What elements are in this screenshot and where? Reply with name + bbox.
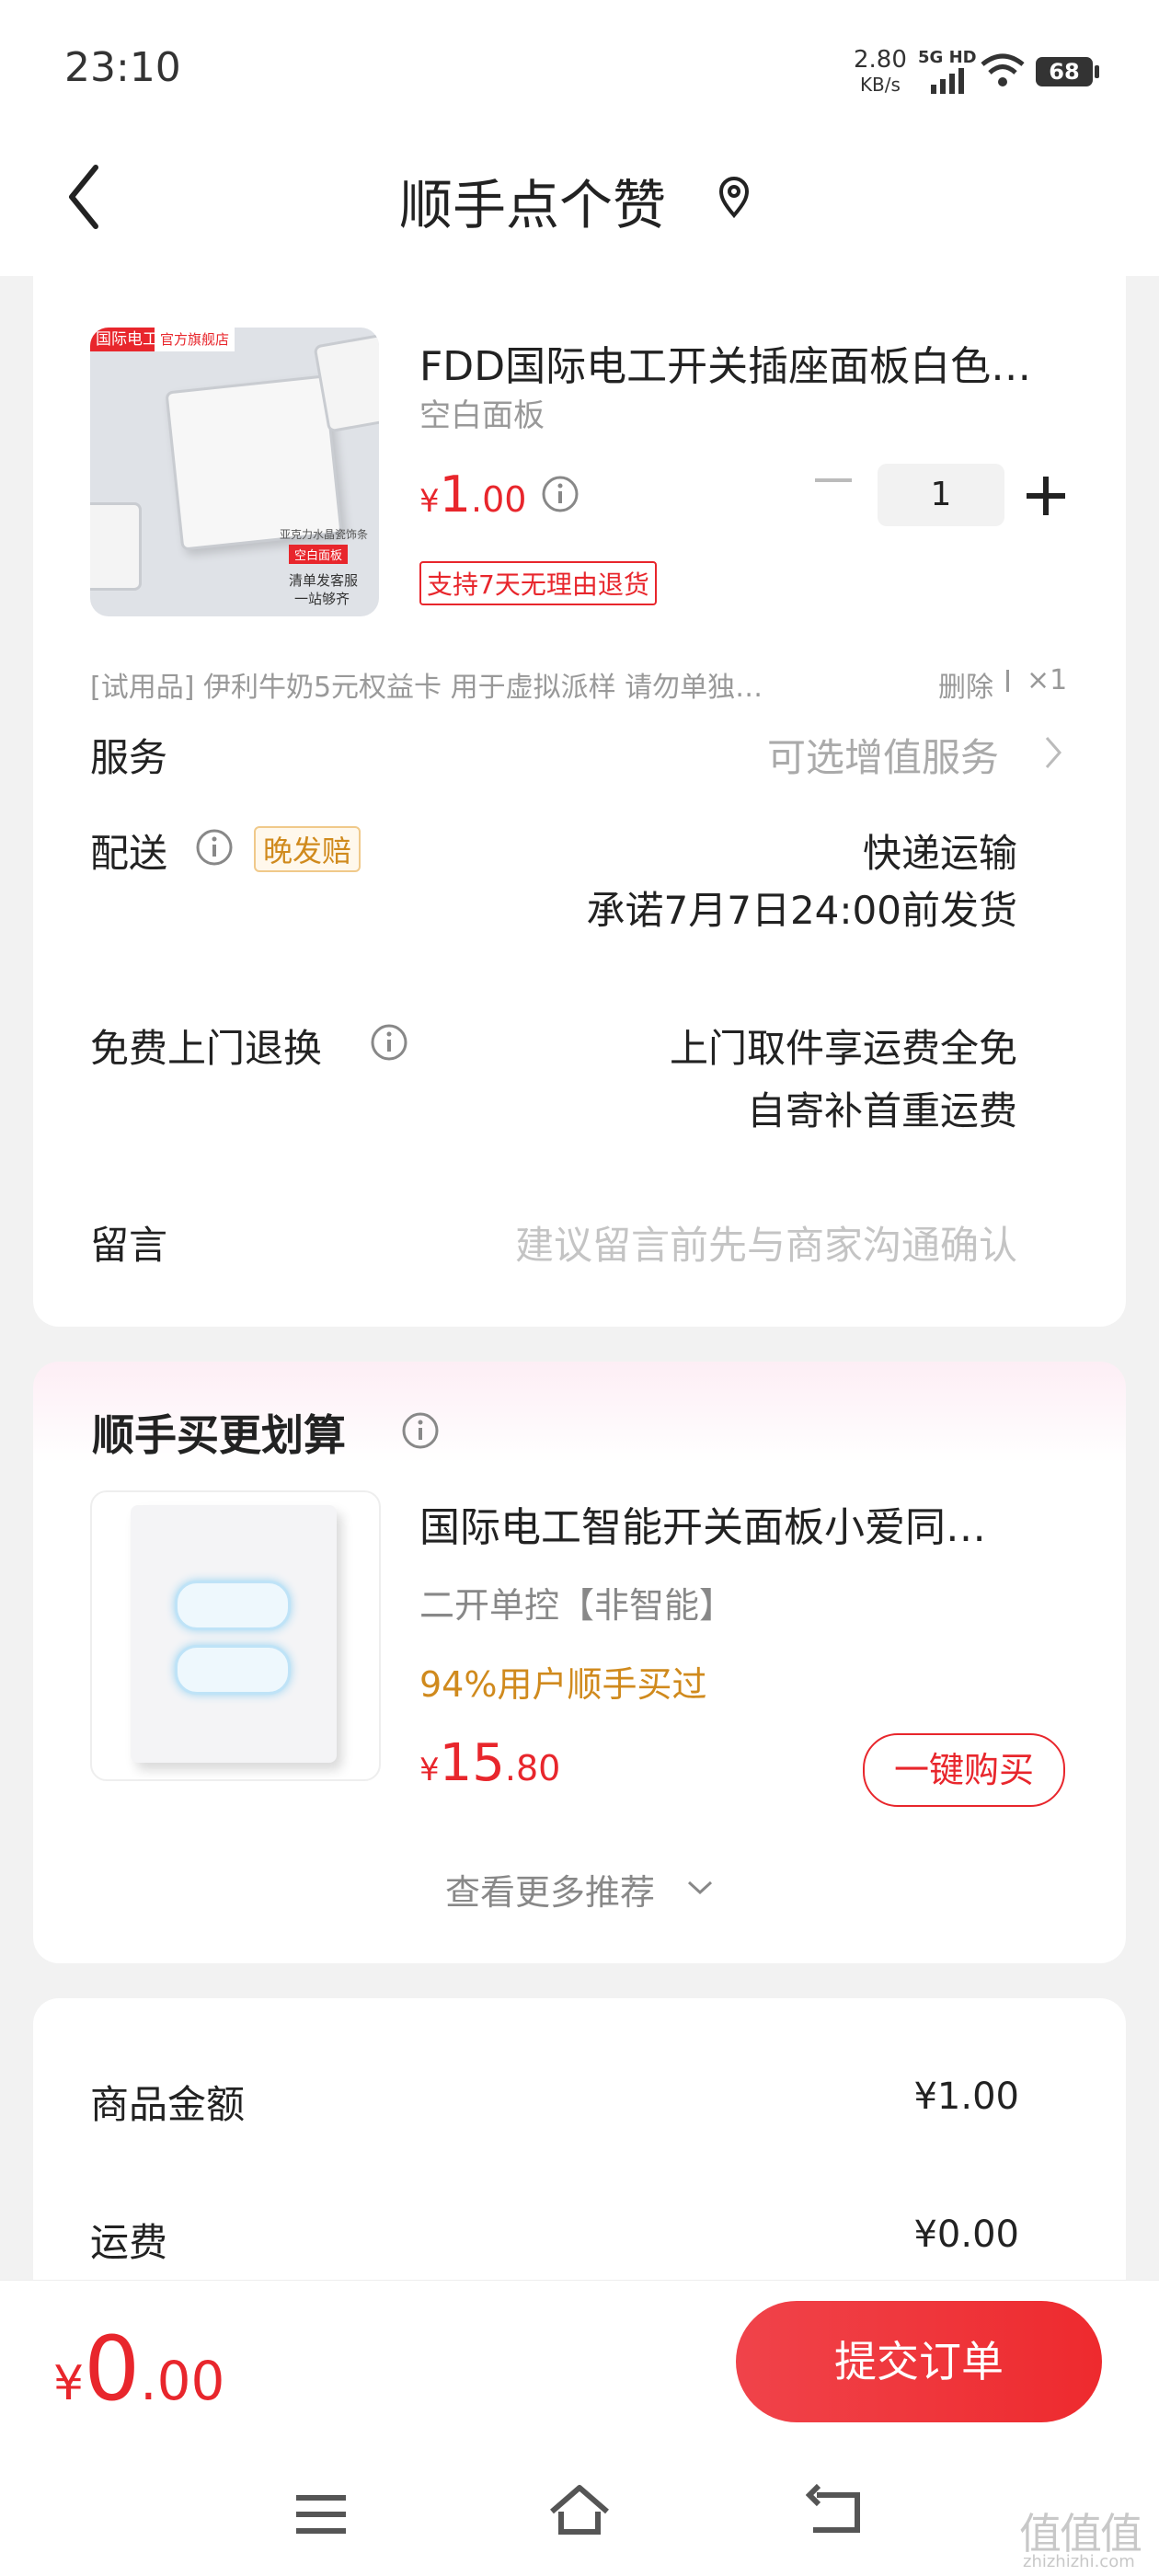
- service-value[interactable]: 可选增值服务: [767, 727, 999, 783]
- chevron-right-icon[interactable]: [1043, 734, 1063, 771]
- price-int: 15: [439, 1733, 505, 1793]
- product-price: ¥1.00: [419, 466, 526, 523]
- return-policy-badge: 支持7天无理由退货: [419, 561, 657, 605]
- recommend-title[interactable]: 国际电工智能开关面板小爱同…: [419, 1494, 986, 1553]
- trial-delete-button[interactable]: 删除: [938, 664, 993, 705]
- goods-amount-label: 商品金额: [90, 2082, 246, 2127]
- see-more-link[interactable]: 查看更多推荐: [445, 1864, 655, 1915]
- product-variant[interactable]: 空白面板: [419, 390, 545, 435]
- submit-order-button[interactable]: 提交订单: [736, 2301, 1102, 2422]
- net-speed: 2.80 KB/s: [854, 48, 907, 97]
- trial-item-text: [试用品] 伊利牛奶5元权益卡 用于虚拟派样 请勿单独…: [90, 672, 763, 704]
- price-dec: .00: [471, 479, 527, 520]
- nav-bar: 顺手点个赞: [0, 138, 1159, 276]
- thumb-caption: 一站够齐: [294, 591, 350, 607]
- net-speed-value: 2.80: [854, 46, 907, 74]
- wifi-icon: [981, 53, 1025, 86]
- price-int: 0: [84, 2317, 141, 2421]
- home-icon[interactable]: [546, 2482, 613, 2537]
- late-delivery-badge: 晚发赔: [254, 826, 361, 872]
- recommend-section-title: 顺手买更划算: [92, 1410, 346, 1460]
- info-icon[interactable]: [541, 475, 580, 513]
- panel-image: [165, 374, 343, 551]
- message-input[interactable]: 建议留言前先与商家沟通确认: [515, 1214, 1017, 1271]
- price-symbol: ¥: [419, 483, 440, 520]
- price-dec: .80: [504, 1748, 561, 1788]
- thumb-caption: 清单发客服: [289, 572, 359, 589]
- chevron-down-icon[interactable]: [686, 1879, 714, 1897]
- info-icon[interactable]: [370, 1023, 408, 1062]
- product-thumbnail[interactable]: 国际电工 官方旗舰店 亚克力水晶瓷饰条 空白面板 清单发客服 一站够齐: [90, 328, 379, 616]
- battery-tip: [1095, 65, 1099, 78]
- price-symbol: ¥: [419, 1752, 440, 1788]
- page-title: 顺手点个赞: [399, 174, 667, 236]
- watermark-domain: zhizhizhi.com: [1023, 2552, 1135, 2571]
- price-symbol: ¥: [53, 2356, 85, 2411]
- menu-icon[interactable]: [294, 2491, 350, 2537]
- price-int: 1: [439, 466, 471, 523]
- recommend-variant: 二开单控【非智能】: [419, 1585, 735, 1626]
- shipping-label: 运费: [90, 2220, 168, 2265]
- switch-panel-image: [131, 1505, 337, 1763]
- free-return-value: 上门取件享运费全免: [669, 1026, 1017, 1071]
- divider: [1006, 670, 1009, 692]
- service-label: 服务: [90, 735, 168, 780]
- signal-icon: [931, 68, 964, 94]
- trial-count: ×1: [1027, 664, 1068, 696]
- battery-icon: 68: [1036, 57, 1093, 86]
- delivery-method[interactable]: 快递运输: [863, 822, 1017, 879]
- location-pin-icon[interactable]: [717, 177, 751, 219]
- thumb-caption-tag: 空白面板: [289, 545, 349, 564]
- info-icon[interactable]: [401, 1411, 440, 1450]
- quick-buy-button[interactable]: 一键购买: [863, 1733, 1065, 1807]
- price-dec: .00: [140, 2350, 225, 2412]
- back-arrow-icon[interactable]: [64, 162, 105, 232]
- product-title[interactable]: FDD国际电工开关插座面板白色…: [419, 333, 1031, 392]
- thumb-caption: 亚克力水晶瓷饰条: [280, 528, 369, 541]
- shipping-value: ¥0.00: [913, 2214, 1019, 2256]
- thumb-store-tag: 官方旗舰店: [155, 328, 235, 351]
- recommend-stat: 94%用户顺手买过: [419, 1664, 707, 1705]
- free-return-label: 免费上门退换: [90, 1026, 323, 1071]
- thumb-brand-tag: 国际电工: [90, 328, 164, 351]
- total-price: ¥0.00: [53, 2317, 224, 2421]
- goods-amount-value: ¥1.00: [913, 2076, 1019, 2118]
- recommend-thumbnail[interactable]: [90, 1490, 381, 1781]
- delivery-label: 配送: [90, 831, 168, 876]
- delivery-promise: 承诺7月7日24:00前发货: [586, 888, 1017, 933]
- status-bar: 23:10 2.80 KB/s 5G HD 68: [0, 0, 1159, 138]
- message-label: 留言: [90, 1223, 168, 1268]
- switch-key-image: [175, 1645, 291, 1695]
- recommend-price: ¥15.80: [419, 1733, 560, 1793]
- clock: 23:10: [64, 44, 181, 91]
- info-icon[interactable]: [195, 828, 234, 867]
- back-icon[interactable]: [806, 2484, 865, 2536]
- quantity-input[interactable]: 1: [878, 464, 1004, 526]
- decrease-button[interactable]: [815, 478, 852, 482]
- network-type: 5G HD: [918, 48, 977, 67]
- panel-image-3: [90, 502, 142, 591]
- system-nav-bar: 值值值 zhizhizhi.com: [0, 2456, 1159, 2576]
- self-return-value: 自寄补首重运费: [746, 1088, 1017, 1133]
- switch-key-image: [175, 1581, 291, 1630]
- net-speed-unit: KB/s: [859, 74, 901, 96]
- checkout-bar: ¥0.00 提交订单: [0, 2280, 1159, 2457]
- increase-button[interactable]: [1027, 477, 1065, 515]
